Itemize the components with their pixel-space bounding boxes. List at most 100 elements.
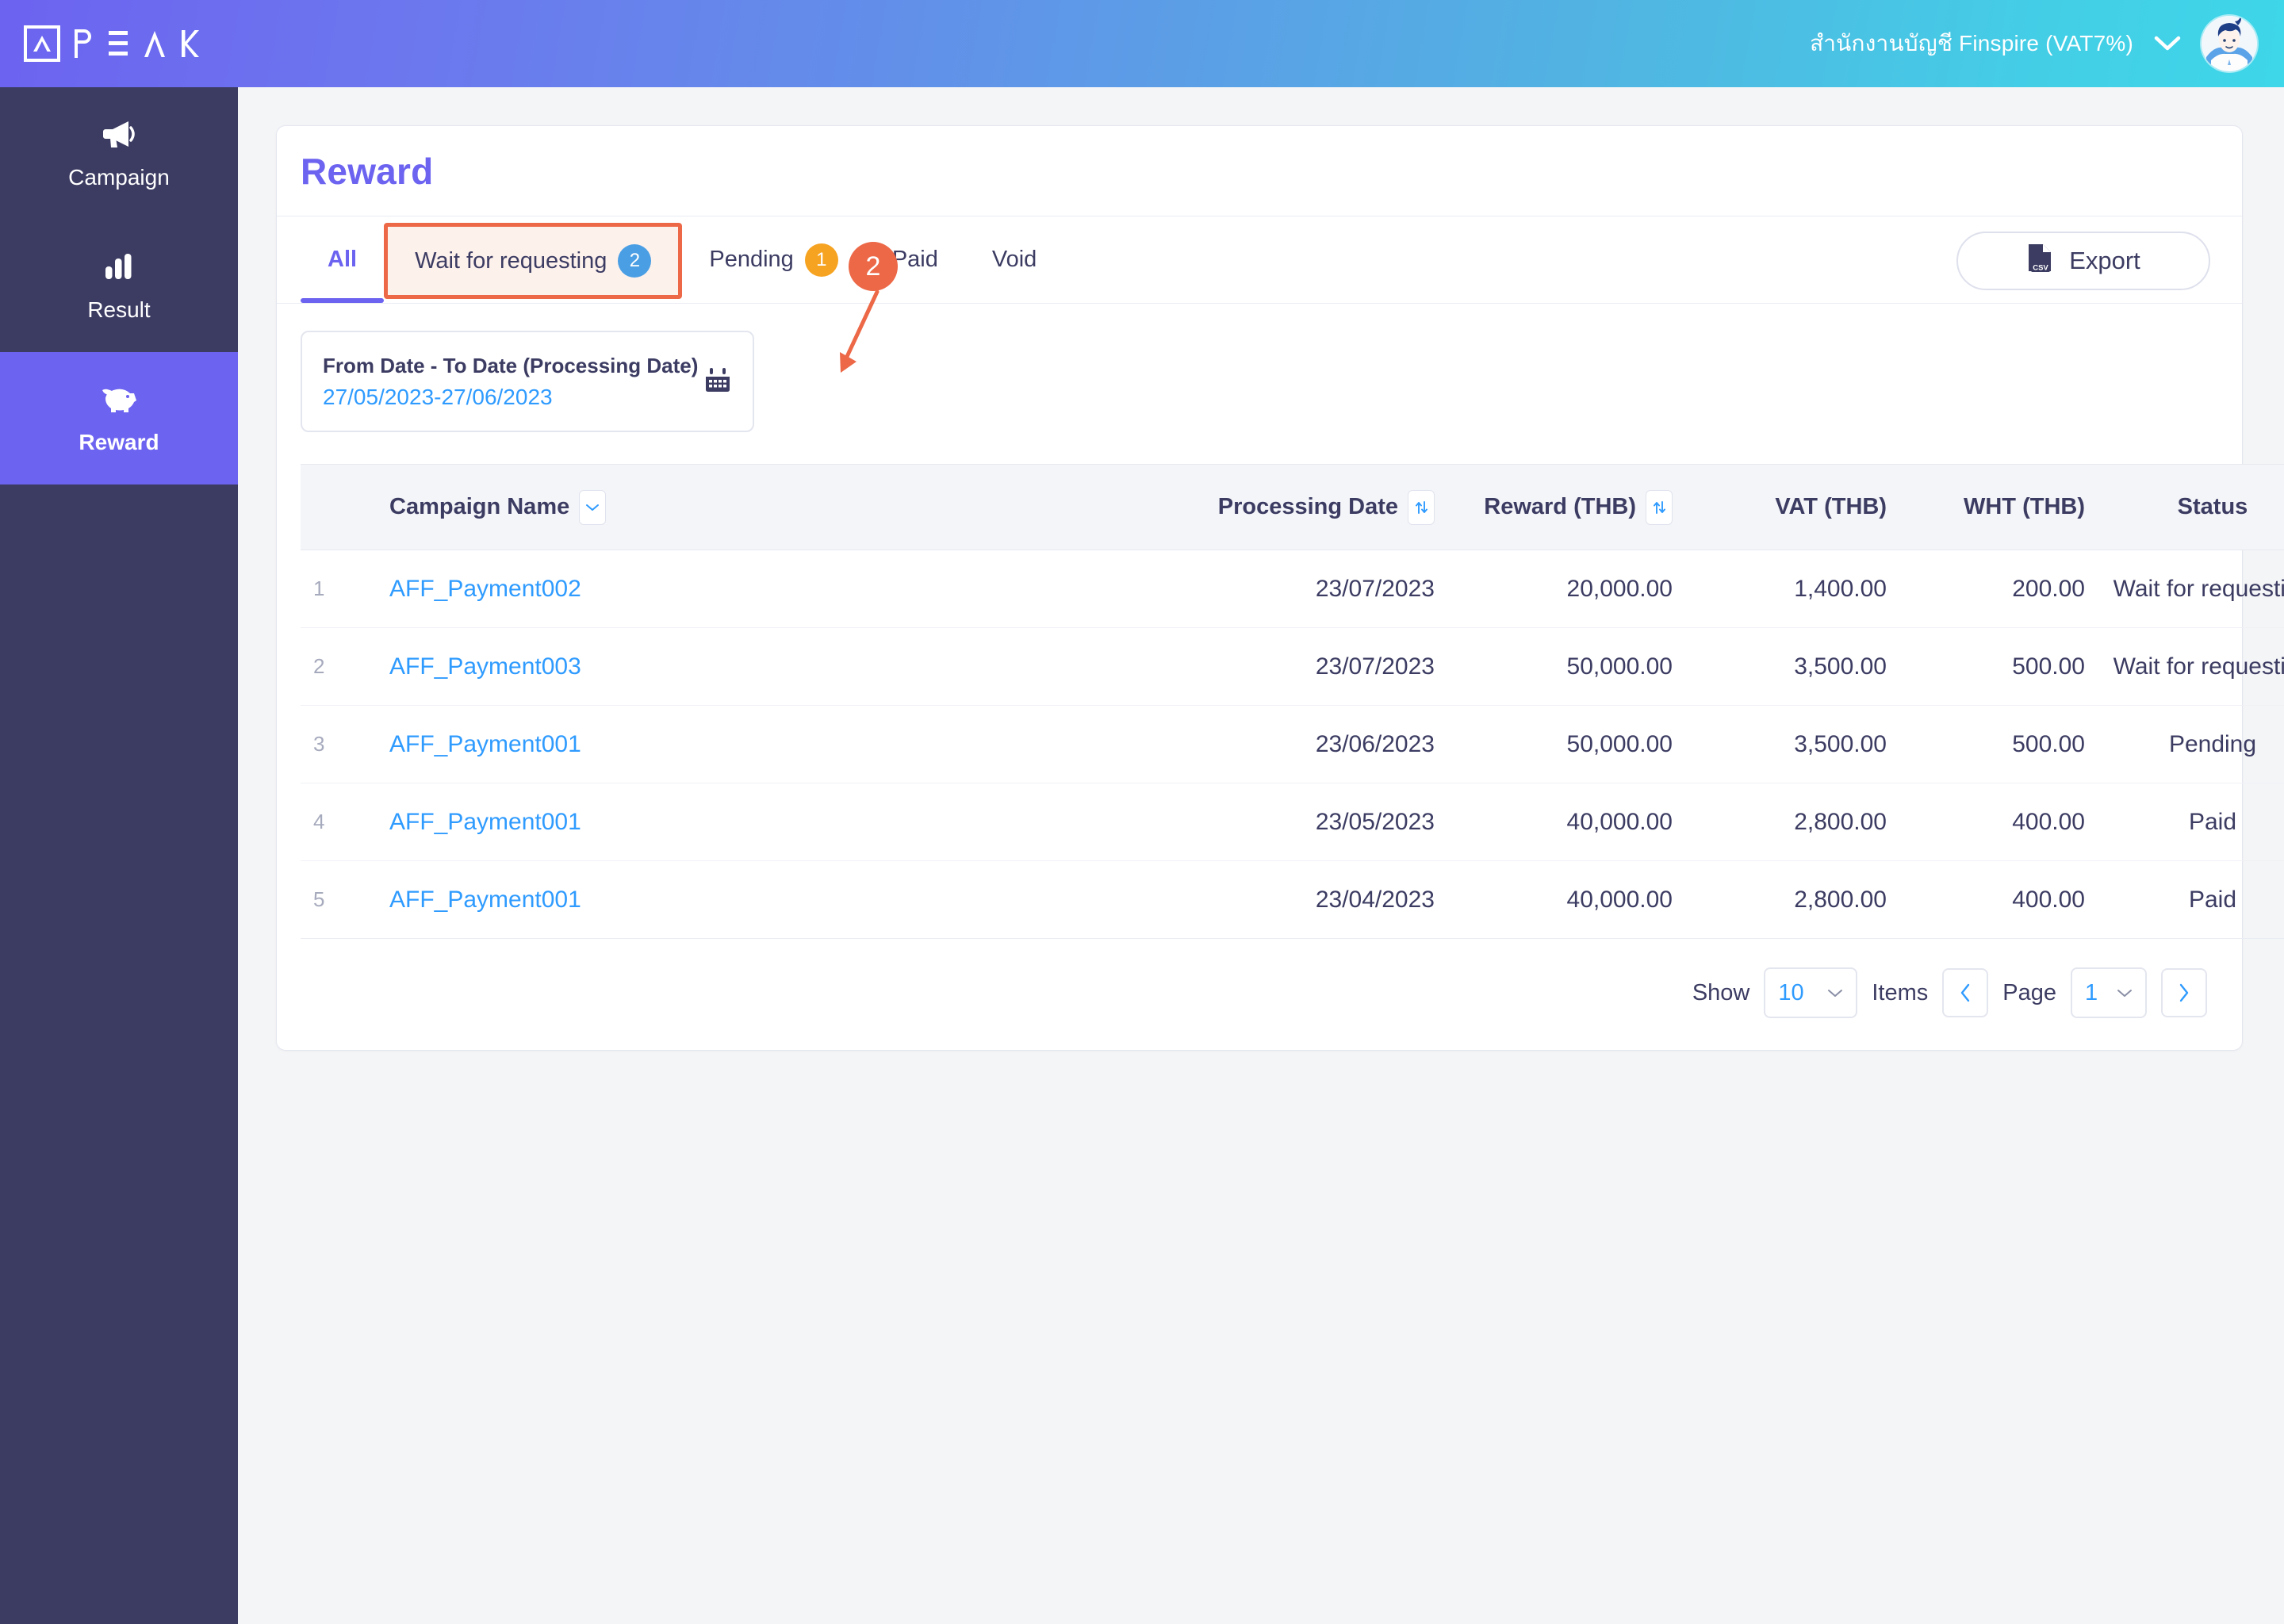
sidebar-item-reward[interactable]: Reward xyxy=(0,352,238,485)
cell-row-number: 4 xyxy=(301,783,377,861)
cell-wht: 500.00 xyxy=(1899,705,2098,783)
th-label: Campaign Name xyxy=(389,494,570,519)
th-reward: Reward (THB) xyxy=(1447,464,1685,550)
pagination: Show 10 Items Page 1 xyxy=(277,939,2242,1050)
status-tabs: All Wait for requesting 2 Pending 1 Paid… xyxy=(301,216,1063,303)
date-range-filter[interactable]: From Date - To Date (Processing Date) 27… xyxy=(301,331,754,432)
lambda-icon xyxy=(33,36,51,52)
rows-per-page-value: 10 xyxy=(1778,979,1804,1005)
peak-logo-mark xyxy=(24,25,60,62)
export-label: Export xyxy=(2069,247,2140,274)
cell-vat: 2,800.00 xyxy=(1685,783,1899,861)
cell-reward: 40,000.00 xyxy=(1447,860,1685,939)
cell-vat: 1,400.00 xyxy=(1685,550,1899,628)
table-container: Campaign Name Processing Date Reward (TH… xyxy=(277,432,2284,939)
cell-wht: 200.00 xyxy=(1899,550,2098,628)
account-menu[interactable]: สำนักงานบัญชี Finspire (VAT7%) xyxy=(1810,16,2257,71)
cell-processing-date: 23/07/2023 xyxy=(1114,550,1447,628)
th-vat: VAT (THB) xyxy=(1685,464,1899,550)
th-wht: WHT (THB) xyxy=(1899,464,2098,550)
rows-per-page-select[interactable]: 10 xyxy=(1764,967,1858,1018)
page-number-select[interactable]: 1 xyxy=(2071,967,2147,1018)
letter-k-icon xyxy=(182,30,199,57)
export-button[interactable]: CSV Export xyxy=(1956,232,2210,290)
cell-campaign-name[interactable]: AFF_Payment001 xyxy=(377,783,1114,861)
sidebar-item-label: Result xyxy=(87,297,151,322)
th-label: VAT (THB) xyxy=(1775,494,1887,519)
tab-void[interactable]: Void xyxy=(965,216,1063,303)
th-campaign-name: Campaign Name xyxy=(377,464,1114,550)
cell-wht: 400.00 xyxy=(1899,783,2098,861)
cell-wht: 500.00 xyxy=(1899,627,2098,706)
th-label: Processing Date xyxy=(1217,494,1398,519)
tab-all[interactable]: All xyxy=(301,216,385,303)
cell-reward: 50,000.00 xyxy=(1447,705,1685,783)
cell-reward: 50,000.00 xyxy=(1447,627,1685,706)
tab-badge-count: 2 xyxy=(618,244,652,278)
top-bar: สำนักงานบัญชี Finspire (VAT7%) xyxy=(0,0,2284,87)
page-label: Page xyxy=(2002,979,2056,1005)
chevron-down-icon xyxy=(2117,989,2132,997)
sidebar-item-campaign[interactable]: Campaign xyxy=(0,87,238,220)
tab-badge-count: 1 xyxy=(804,243,838,277)
th-label: Reward (THB) xyxy=(1484,494,1636,519)
tab-label: Pending xyxy=(709,247,794,272)
reward-sort-icon[interactable] xyxy=(1646,489,1673,525)
cell-campaign-name[interactable]: AFF_Payment001 xyxy=(377,860,1114,939)
cell-campaign-name[interactable]: AFF_Payment001 xyxy=(377,705,1114,783)
peak-logo[interactable] xyxy=(24,25,201,62)
chevron-right-icon xyxy=(2179,983,2189,1002)
bar-chart-icon xyxy=(103,250,135,283)
cell-vat: 3,500.00 xyxy=(1685,627,1899,706)
next-page-button[interactable] xyxy=(2161,968,2207,1017)
megaphone-icon xyxy=(102,117,136,151)
tab-label: All xyxy=(328,247,358,272)
tab-label: Paid xyxy=(891,247,938,272)
date-filter-value: 27/05/2023-27/06/2023 xyxy=(323,384,553,409)
annotation-step-badge: 2 xyxy=(849,242,898,291)
th-row-number xyxy=(301,464,377,550)
th-label: Status xyxy=(2177,494,2248,519)
sidebar-item-label: Campaign xyxy=(68,164,170,190)
items-label: Items xyxy=(1872,979,1929,1005)
date-filter-texts: From Date - To Date (Processing Date) 27… xyxy=(323,354,698,410)
sidebar-item-result[interactable]: Result xyxy=(0,220,238,352)
chevron-down-icon[interactable] xyxy=(2154,35,2181,52)
table-header-row: Campaign Name Processing Date Reward (TH… xyxy=(301,464,2284,550)
page-number-value: 1 xyxy=(2085,979,2098,1005)
annotation-arrow-icon xyxy=(840,289,879,373)
table-header: Campaign Name Processing Date Reward (TH… xyxy=(301,464,2284,550)
campaign-name-filter-chevron-down-icon[interactable] xyxy=(579,489,607,525)
sidebar: Campaign Result Reward xyxy=(0,87,238,1624)
cell-campaign-name[interactable]: AFF_Payment002 xyxy=(377,550,1114,628)
cell-row-number: 1 xyxy=(301,550,377,628)
piggy-bank-icon xyxy=(101,382,137,416)
cell-vat: 3,500.00 xyxy=(1685,705,1899,783)
reward-card: Reward All Wait for requesting 2 Pending… xyxy=(276,125,2284,1051)
page-title: Reward xyxy=(301,150,434,192)
calendar-icon[interactable] xyxy=(703,366,732,398)
chevron-down-icon xyxy=(1828,989,1843,997)
peak-logo-text xyxy=(73,28,201,59)
card-header: Reward xyxy=(277,126,2242,216)
reward-table: Campaign Name Processing Date Reward (TH… xyxy=(301,464,2284,939)
cell-campaign-name[interactable]: AFF_Payment003 xyxy=(377,627,1114,706)
tabs-bar: All Wait for requesting 2 Pending 1 Paid… xyxy=(277,216,2242,304)
th-processing-date: Processing Date xyxy=(1114,464,1447,550)
cell-reward: 20,000.00 xyxy=(1447,550,1685,628)
svg-text:CSV: CSV xyxy=(2033,264,2048,273)
th-label: WHT (THB) xyxy=(1963,494,2085,519)
cell-processing-date: 23/06/2023 xyxy=(1114,705,1447,783)
avatar[interactable] xyxy=(2202,16,2257,71)
table-body: 1 AFF_Payment002 23/07/2023 20,000.00 1,… xyxy=(301,550,2284,939)
user-avatar-icon xyxy=(2202,16,2257,71)
main-content: Reward All Wait for requesting 2 Pending… xyxy=(238,87,2284,1624)
previous-page-button[interactable] xyxy=(1942,968,1989,1017)
cell-status: Pending xyxy=(2098,705,2284,783)
table-row: 3 AFF_Payment001 23/06/2023 50,000.00 3,… xyxy=(301,705,2284,783)
date-filter-label: From Date - To Date (Processing Date) xyxy=(323,353,699,377)
tab-wait-for-requesting[interactable]: Wait for requesting 2 xyxy=(384,223,683,299)
cell-processing-date: 23/04/2023 xyxy=(1114,860,1447,939)
sidebar-item-label: Reward xyxy=(79,429,159,454)
processing-date-sort-icon[interactable] xyxy=(1408,489,1435,525)
